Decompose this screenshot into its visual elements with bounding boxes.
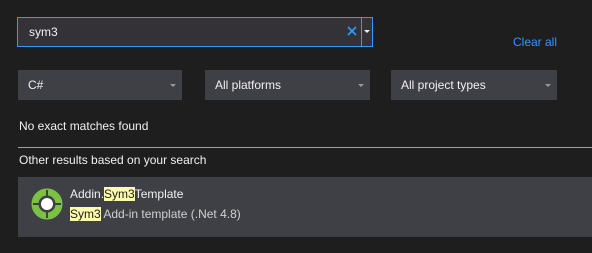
result-description: Sym3 Add-in template (.Net 4.8) [70, 207, 241, 221]
result-title-prefix: Addin. [70, 187, 105, 201]
chevron-down-icon [170, 84, 176, 87]
clear-all-link[interactable]: Clear all [513, 35, 557, 49]
language-filter-dropdown[interactable]: C# [18, 70, 182, 100]
search-history-dropdown-button[interactable] [361, 18, 373, 46]
chevron-down-icon [364, 30, 370, 33]
other-results-heading: Other results based on your search [19, 153, 207, 167]
no-matches-message: No exact matches found [19, 119, 149, 133]
result-title: Addin.Sym3Template [70, 187, 183, 201]
result-desc-suffix: Add-in template (.Net 4.8) [100, 207, 241, 221]
divider [18, 147, 592, 148]
platform-filter-dropdown[interactable]: All platforms [205, 70, 370, 100]
project-type-filter-dropdown[interactable]: All project types [391, 70, 557, 100]
result-item-addin-sym3-template[interactable]: Addin.Sym3Template Sym3 Add-in template … [18, 177, 592, 237]
result-title-suffix: Template [134, 187, 184, 201]
search-input[interactable] [18, 18, 344, 46]
chevron-down-icon [545, 84, 551, 87]
language-filter-value: C# [28, 78, 44, 92]
project-type-filter-value: All project types [401, 78, 486, 92]
close-icon[interactable] [345, 24, 359, 38]
result-title-match-highlight: Sym3 [104, 187, 135, 201]
result-desc-match-highlight: Sym3 [70, 207, 101, 221]
template-ring-icon [31, 188, 63, 220]
platform-filter-value: All platforms [215, 78, 282, 92]
chevron-down-icon [358, 84, 364, 87]
search-box[interactable] [17, 17, 373, 47]
